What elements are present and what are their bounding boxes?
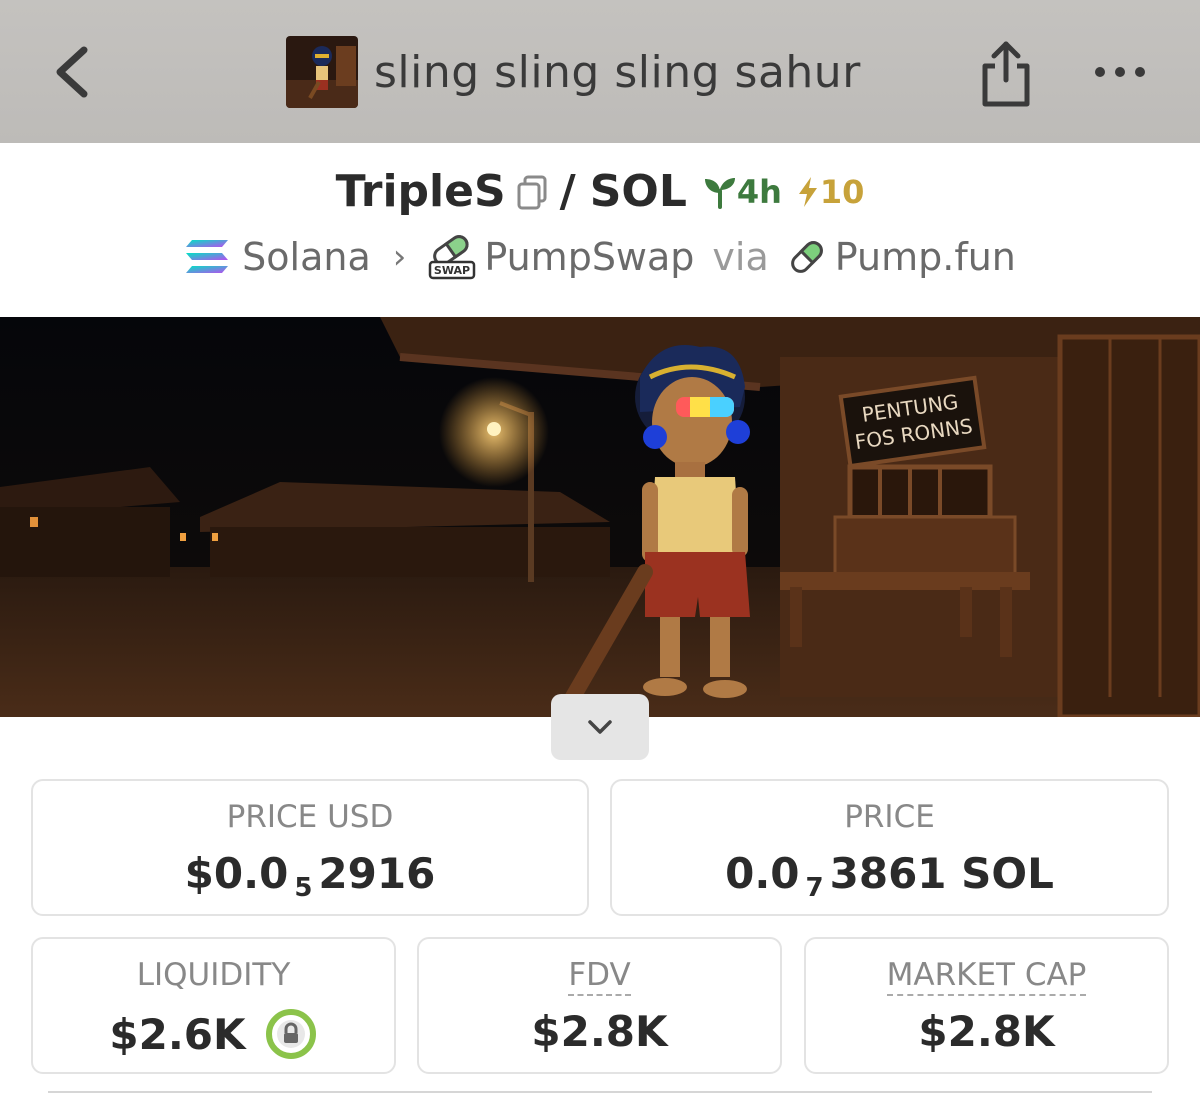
more-options-button[interactable]: [1090, 55, 1150, 89]
liquidity-card: LIQUIDITY $2.6K: [31, 937, 396, 1074]
top-bar: sling sling sling sahur: [0, 0, 1200, 143]
price-native-digits: 3861 SOL: [829, 849, 1054, 898]
price-usd-value: $0.0 5 2916: [33, 849, 587, 903]
token-name: sling sling sling sahur: [374, 46, 861, 98]
swap-badge-text: SWAP: [434, 264, 470, 277]
chain-breadcrumb: Solana › SWAP PumpSwap via Pump.fun: [0, 234, 1200, 280]
token-title: sling sling sling sahur: [286, 36, 861, 108]
seedling-icon: [704, 177, 735, 209]
share-button[interactable]: [975, 36, 1037, 110]
market-cap-card[interactable]: MARKET CAP $2.8K: [804, 937, 1169, 1074]
price-native-zero-count: 7: [805, 872, 824, 903]
price-usd-prefix: $0.0: [184, 849, 289, 898]
pair-separator: /: [559, 166, 576, 217]
fdv-label: FDV: [568, 957, 631, 996]
price-usd-card: PRICE USD $0.0 5 2916: [31, 779, 589, 916]
base-symbol: TripleS: [335, 166, 506, 217]
launchpad-link-pumpfun[interactable]: Pump.fun: [835, 235, 1016, 279]
age-text: 4h: [736, 172, 782, 211]
liquidity-value: $2.6K: [109, 1009, 246, 1059]
divider: [48, 1091, 1152, 1093]
lock-icon[interactable]: [264, 1007, 318, 1061]
price-native-label: PRICE: [844, 799, 935, 835]
price-native-prefix: 0.0: [725, 849, 800, 898]
liquidity-label: LIQUIDITY: [136, 957, 291, 993]
dex-link-pumpswap[interactable]: PumpSwap: [484, 235, 694, 279]
liquidity-value-row: $2.6K: [33, 1007, 394, 1061]
share-icon: [982, 41, 1030, 107]
price-usd-digits: 2916: [318, 849, 436, 898]
chevron-down-icon: [588, 720, 612, 734]
price-native-card: PRICE 0.0 7 3861 SOL: [610, 779, 1169, 916]
chevron-left-icon: [56, 46, 88, 98]
price-native-value: 0.0 7 3861 SOL: [612, 849, 1167, 903]
fdv-value: $2.8K: [531, 1007, 668, 1056]
quote-symbol: SOL: [589, 166, 687, 217]
fdv-card[interactable]: FDV $2.8K: [417, 937, 782, 1074]
lightning-icon: [798, 176, 817, 207]
chain-link-solana[interactable]: Solana: [242, 235, 371, 279]
back-button[interactable]: [50, 42, 100, 102]
pumpswap-icon: SWAP: [429, 235, 476, 280]
market-cap-label: MARKET CAP: [886, 957, 1087, 996]
pill-icon: [790, 241, 823, 273]
price-usd-zero-count: 5: [294, 872, 313, 903]
pair-age: 4h: [703, 173, 782, 211]
token-avatar: [286, 36, 358, 108]
collapse-banner-button[interactable]: [551, 694, 649, 760]
via-label: via: [712, 235, 769, 279]
solana-icon: [186, 240, 229, 273]
price-usd-label: PRICE USD: [226, 799, 394, 835]
boost-badge[interactable]: 10: [796, 172, 865, 211]
pair-header: TripleS / SOL 4h 10: [0, 166, 1200, 217]
boost-count: 10: [819, 172, 865, 211]
market-cap-value: $2.8K: [918, 1007, 1055, 1056]
copy-icon[interactable]: [516, 174, 548, 210]
chevron-right-icon: ›: [392, 237, 407, 277]
token-banner-image: PENTUNG FOS RONNS: [0, 317, 1200, 717]
more-icon: [1095, 67, 1145, 77]
